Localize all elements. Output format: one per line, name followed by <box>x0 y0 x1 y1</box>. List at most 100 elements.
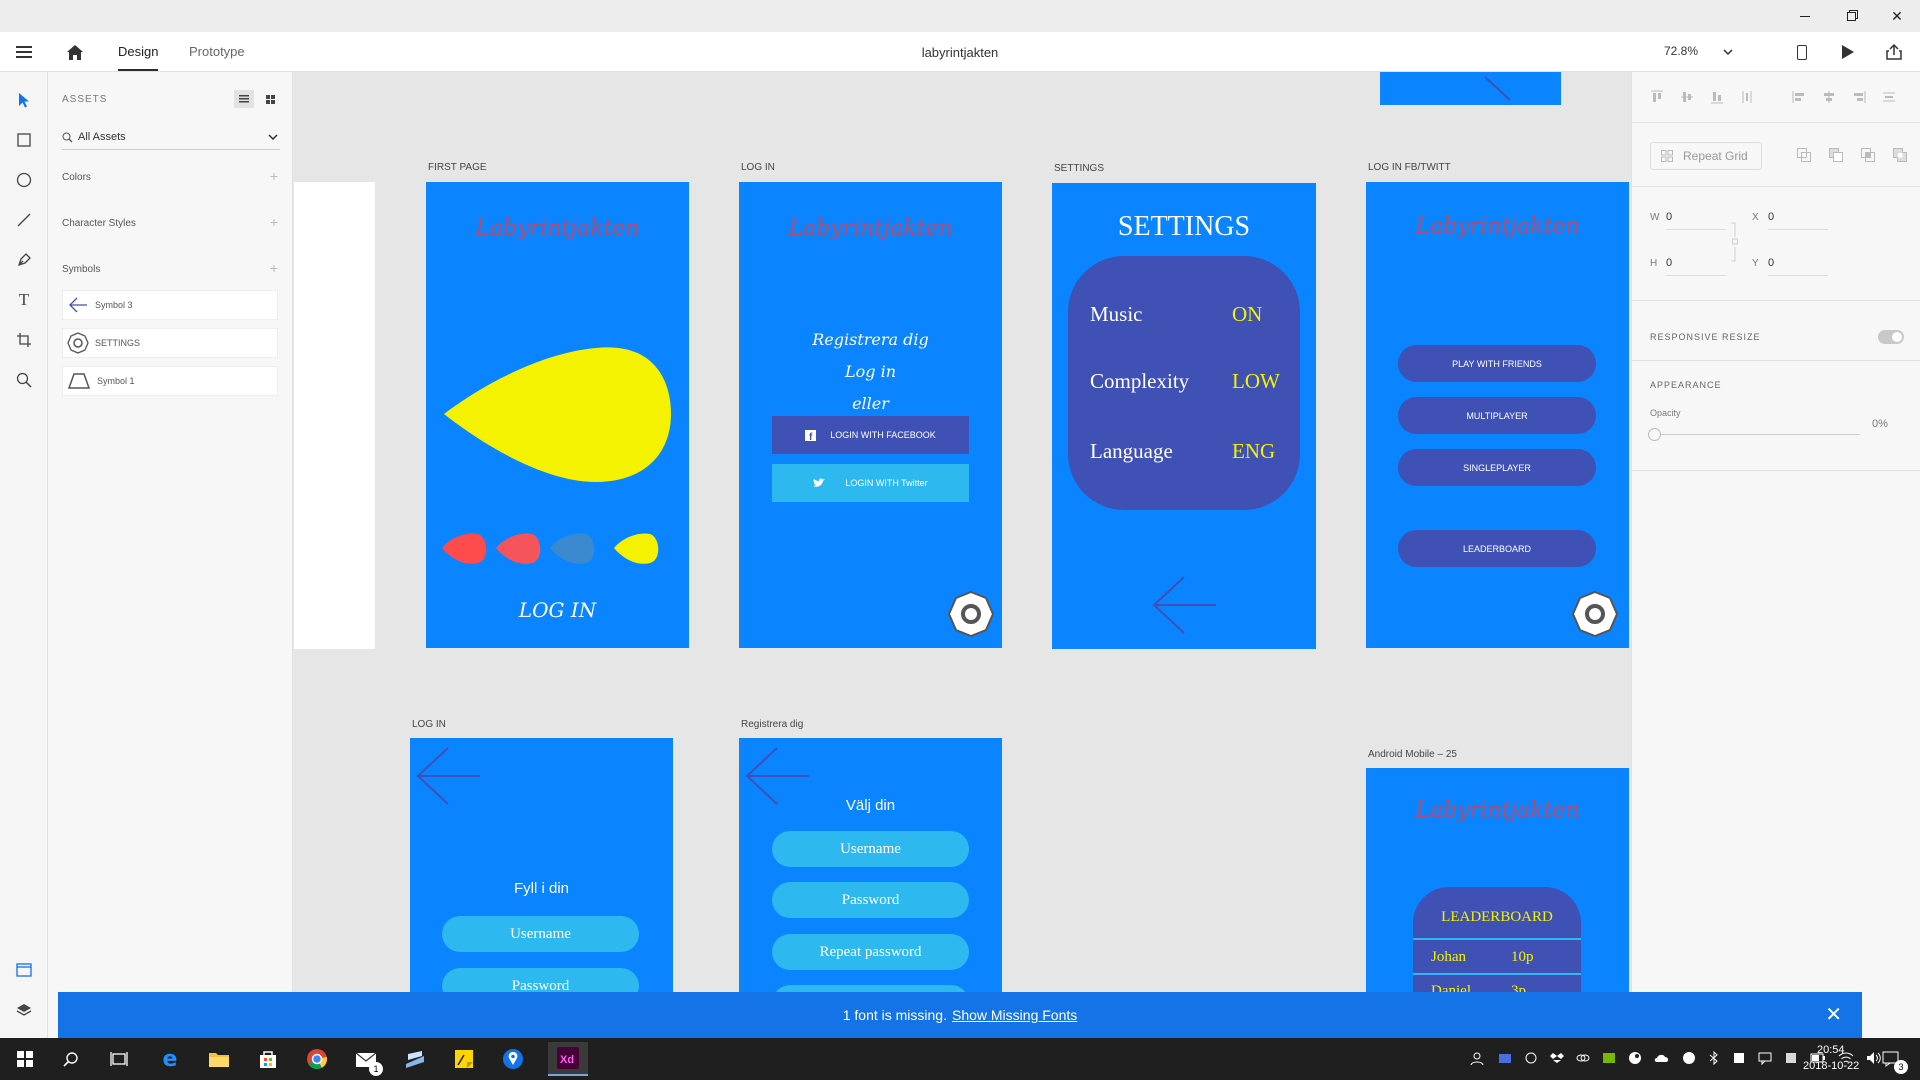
gear-icon[interactable] <box>1571 590 1619 638</box>
taskbar-search-button[interactable] <box>58 1046 84 1072</box>
assets-filter-dropdown[interactable]: All Assets <box>62 128 280 150</box>
align-left-icon[interactable] <box>1792 90 1806 104</box>
bluetooth-icon[interactable] <box>1708 1051 1720 1065</box>
password-field[interactable]: Password <box>772 882 969 918</box>
grid-view-button[interactable] <box>260 90 280 108</box>
x-field[interactable]: 0 <box>1768 211 1828 230</box>
facebook-login-button[interactable]: f LOGIN WITH FACEBOOK <box>772 416 969 454</box>
y-field[interactable]: 0 <box>1768 257 1828 276</box>
link-icon[interactable] <box>1576 1051 1590 1065</box>
file-explorer-button[interactable] <box>206 1046 232 1072</box>
align-center-icon[interactable] <box>1822 90 1836 104</box>
text-tool[interactable]: T <box>12 288 36 312</box>
artboard-login-fb[interactable]: Labyrintjakten PLAY WITH FRIENDS MULTIPL… <box>1366 182 1629 648</box>
minimize-button[interactable] <box>1782 0 1828 32</box>
tab-design[interactable]: Design <box>118 44 159 71</box>
clock-date[interactable]: 2018-10-22 <box>1803 1060 1859 1072</box>
symbol-item[interactable]: SETTINGS <box>62 328 278 358</box>
artboard-tool[interactable] <box>12 328 36 352</box>
onedrive-icon[interactable] <box>1654 1052 1670 1064</box>
select-tool[interactable] <box>12 88 36 112</box>
boolean-intersect-icon[interactable] <box>1861 148 1875 162</box>
assets-panel-toggle[interactable] <box>12 958 36 982</box>
opacity-value[interactable]: 0% <box>1872 418 1888 430</box>
complexity-setting-value[interactable]: LOW <box>1232 369 1280 394</box>
people-icon[interactable] <box>1470 1050 1486 1066</box>
design-canvas[interactable]: FIRST PAGE Labyrintjakten LOG IN LOG IN … <box>294 72 1631 1038</box>
chrome-button[interactable] <box>304 1046 330 1072</box>
list-view-button[interactable] <box>234 90 254 108</box>
height-field[interactable]: 0 <box>1666 257 1726 276</box>
back-arrow-icon[interactable] <box>1150 575 1218 635</box>
play-with-friends-button[interactable]: PLAY WITH FRIENDS <box>1398 345 1596 382</box>
store-button[interactable] <box>255 1046 281 1072</box>
start-button[interactable] <box>12 1046 38 1072</box>
share-button[interactable] <box>1882 40 1906 64</box>
leaderboard-button[interactable]: LEADERBOARD <box>1398 530 1596 567</box>
add-color-button[interactable]: + <box>270 168 278 184</box>
nvidia-icon[interactable] <box>1602 1051 1616 1065</box>
align-middle-icon[interactable] <box>1680 90 1694 104</box>
distribute-horizontal-icon[interactable] <box>1882 90 1896 104</box>
tray-app-icon[interactable] <box>1498 1051 1512 1065</box>
dropbox-icon[interactable] <box>1550 1051 1564 1065</box>
repeat-grid-button[interactable]: Repeat Grid <box>1650 142 1762 170</box>
twitter-login-button[interactable]: LOGIN WITH Twitter <box>772 464 969 502</box>
home-button[interactable] <box>62 40 88 64</box>
repeat-password-field[interactable]: Repeat password <box>772 934 969 970</box>
edge-button[interactable]: e <box>157 1046 183 1072</box>
back-arrow-icon[interactable] <box>414 746 482 806</box>
line-tool[interactable] <box>12 208 36 232</box>
boolean-add-icon[interactable] <box>1797 148 1811 162</box>
distribute-vertical-icon[interactable] <box>1740 90 1754 104</box>
network-activity-icon[interactable] <box>1524 1051 1538 1065</box>
tab-prototype[interactable]: Prototype <box>189 44 245 59</box>
artboard-first-page[interactable]: Labyrintjakten LOG IN <box>426 182 689 648</box>
action-center-button[interactable]: 3 <box>1878 1046 1908 1074</box>
pen-tool[interactable] <box>12 248 36 272</box>
username-field[interactable]: Username <box>772 831 969 867</box>
layers-panel-toggle[interactable] <box>12 998 36 1022</box>
align-right-icon[interactable] <box>1852 90 1866 104</box>
mail-button[interactable]: 1 <box>353 1046 383 1076</box>
close-notification-button[interactable]: ✕ <box>1825 1002 1842 1027</box>
artboard-partial[interactable] <box>1380 72 1561 105</box>
opacity-slider[interactable] <box>1654 434 1860 435</box>
width-field[interactable]: 0 <box>1666 211 1726 230</box>
adobe-xd-button[interactable]: Xd <box>548 1042 588 1076</box>
symbol-item[interactable]: Symbol 3 <box>62 290 278 320</box>
rectangle-tool[interactable] <box>12 128 36 152</box>
sticky-notes-button[interactable] <box>451 1046 477 1072</box>
ellipse-tool[interactable] <box>12 168 36 192</box>
align-top-icon[interactable] <box>1650 90 1664 104</box>
gear-icon[interactable] <box>947 590 995 638</box>
add-character-style-button[interactable]: + <box>270 214 278 230</box>
boolean-subtract-icon[interactable] <box>1829 148 1843 162</box>
boolean-exclude-icon[interactable] <box>1893 148 1907 162</box>
tray-app-icon[interactable] <box>1784 1051 1798 1065</box>
maps-button[interactable] <box>500 1046 526 1072</box>
app-button[interactable] <box>402 1046 428 1072</box>
username-field[interactable]: Username <box>442 916 639 952</box>
tray-app-icon[interactable] <box>1732 1051 1746 1065</box>
artboard-settings[interactable]: SETTINGS Music ON Complexity LOW Languag… <box>1052 183 1316 649</box>
zoom-dropdown[interactable] <box>1718 40 1738 64</box>
task-view-button[interactable] <box>106 1046 132 1072</box>
zoom-level[interactable]: 72.8% <box>1664 44 1698 58</box>
clock-time[interactable]: 20:54 <box>1817 1044 1845 1056</box>
align-bottom-icon[interactable] <box>1710 90 1724 104</box>
lock-aspect-icon[interactable] <box>1730 222 1740 262</box>
tray-app-icon[interactable] <box>1682 1051 1696 1065</box>
responsive-resize-toggle[interactable] <box>1878 330 1904 344</box>
chat-icon[interactable] <box>1758 1051 1772 1065</box>
add-symbol-button[interactable]: + <box>270 260 278 276</box>
multiplayer-button[interactable]: MULTIPLAYER <box>1398 397 1596 434</box>
close-window-button[interactable]: ✕ <box>1874 0 1920 32</box>
maximize-button[interactable] <box>1828 0 1874 32</box>
artboard-login[interactable]: Labyrintjakten Registrera dig Log in ell… <box>739 182 1002 648</box>
hamburger-menu-button[interactable] <box>12 40 36 64</box>
show-missing-fonts-link[interactable]: Show Missing Fonts <box>952 1007 1077 1023</box>
zoom-tool[interactable] <box>12 368 36 392</box>
singleplayer-button[interactable]: SINGLEPLAYER <box>1398 449 1596 486</box>
artboard-partial[interactable] <box>294 182 375 649</box>
